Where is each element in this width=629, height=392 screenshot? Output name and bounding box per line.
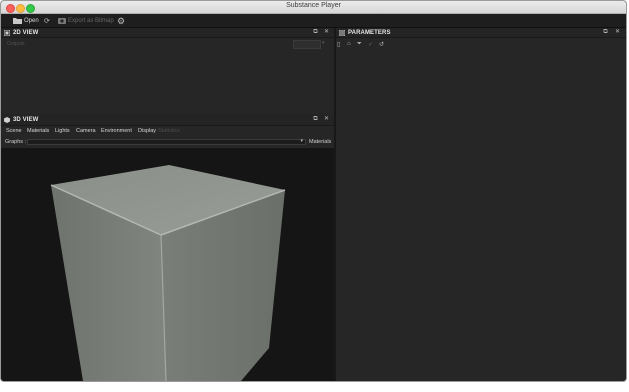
close-panel-icon[interactable]: ✕ xyxy=(323,116,330,123)
settings-button[interactable]: ⚙ xyxy=(117,16,127,26)
maximize-panel-icon[interactable]: ⧉ xyxy=(312,116,319,123)
graphs-label: Graphs : xyxy=(5,139,27,145)
zoom-dropdown-icon[interactable]: ▾ xyxy=(322,40,325,46)
close-panel-icon[interactable]: ✕ xyxy=(323,29,330,36)
open-label: Open xyxy=(24,18,39,24)
gear-icon: ⚙ xyxy=(117,15,126,26)
menu-camera[interactable]: Camera xyxy=(76,128,96,134)
view2d-icon xyxy=(3,29,11,36)
export-bitmap-button[interactable]: Export as Bitmap xyxy=(58,16,114,26)
graphs-select[interactable]: ▾ xyxy=(27,138,306,145)
menu-statistics[interactable]: Statistics xyxy=(158,128,180,134)
reset-icon[interactable]: ↺ xyxy=(379,41,384,48)
outputs-label: Outputs xyxy=(7,41,25,47)
chevron-down-icon: ▾ xyxy=(300,138,303,144)
panel-3d-header: 3D VIEW ⧉ ✕ xyxy=(1,114,334,126)
app-window: Substance Player Open ⟳ Export as Bitmap… xyxy=(0,0,627,382)
materials-button[interactable]: Materials xyxy=(309,139,331,145)
close-panel-icon[interactable]: ✕ xyxy=(614,29,621,36)
panel-3d-title: 3D VIEW xyxy=(13,116,39,123)
home-icon[interactable]: ⌂ xyxy=(347,41,351,47)
status-strip xyxy=(1,381,627,382)
parameters-header: PARAMETERS ⧉ ✕ xyxy=(336,28,626,38)
menu-environment[interactable]: Environment xyxy=(101,128,132,134)
camera-icon xyxy=(58,17,66,26)
menu-scene[interactable]: Scene xyxy=(6,128,22,134)
check-icon[interactable]: ✓ xyxy=(368,41,373,48)
panel-2d-title: 2D VIEW xyxy=(13,29,39,36)
save-preset-icon[interactable]: ▯ xyxy=(337,41,340,48)
folder-icon xyxy=(13,17,22,26)
parameters-icon xyxy=(338,29,346,36)
graphs-row: Graphs : ▾ Materials xyxy=(1,137,334,148)
toolbar: Open ⟳ Export as Bitmap ⚙ xyxy=(1,14,626,28)
window-title: Substance Player xyxy=(286,2,341,9)
menu-lights[interactable]: Lights xyxy=(55,128,70,134)
parameters-title: PARAMETERS xyxy=(348,29,391,36)
cube-mesh xyxy=(50,165,286,381)
refresh-icon: ⟳ xyxy=(44,18,50,25)
title-bar: Substance Player xyxy=(1,1,626,14)
open-button[interactable]: Open xyxy=(13,16,39,26)
filter-icon[interactable]: ⏷ xyxy=(357,41,362,48)
refresh-button[interactable]: ⟳ xyxy=(44,16,52,26)
view3d-icon xyxy=(4,116,10,123)
parameters-body xyxy=(336,38,626,381)
maximize-panel-icon[interactable]: ⧉ xyxy=(312,29,319,36)
view-3d-viewport[interactable] xyxy=(1,148,334,381)
menu-materials[interactable]: Materials xyxy=(27,128,49,134)
export-label: Export as Bitmap xyxy=(68,18,114,24)
panel-2d-header: 2D VIEW ⧉ ✕ xyxy=(1,28,334,38)
maximize-panel-icon[interactable]: ⧉ xyxy=(602,29,609,36)
menu-display[interactable]: Display xyxy=(138,128,156,134)
zoom-field[interactable] xyxy=(293,40,321,49)
view-3d-menubar: Scene Materials Lights Camera Environmen… xyxy=(1,126,334,137)
view-2d-area[interactable] xyxy=(1,38,334,114)
